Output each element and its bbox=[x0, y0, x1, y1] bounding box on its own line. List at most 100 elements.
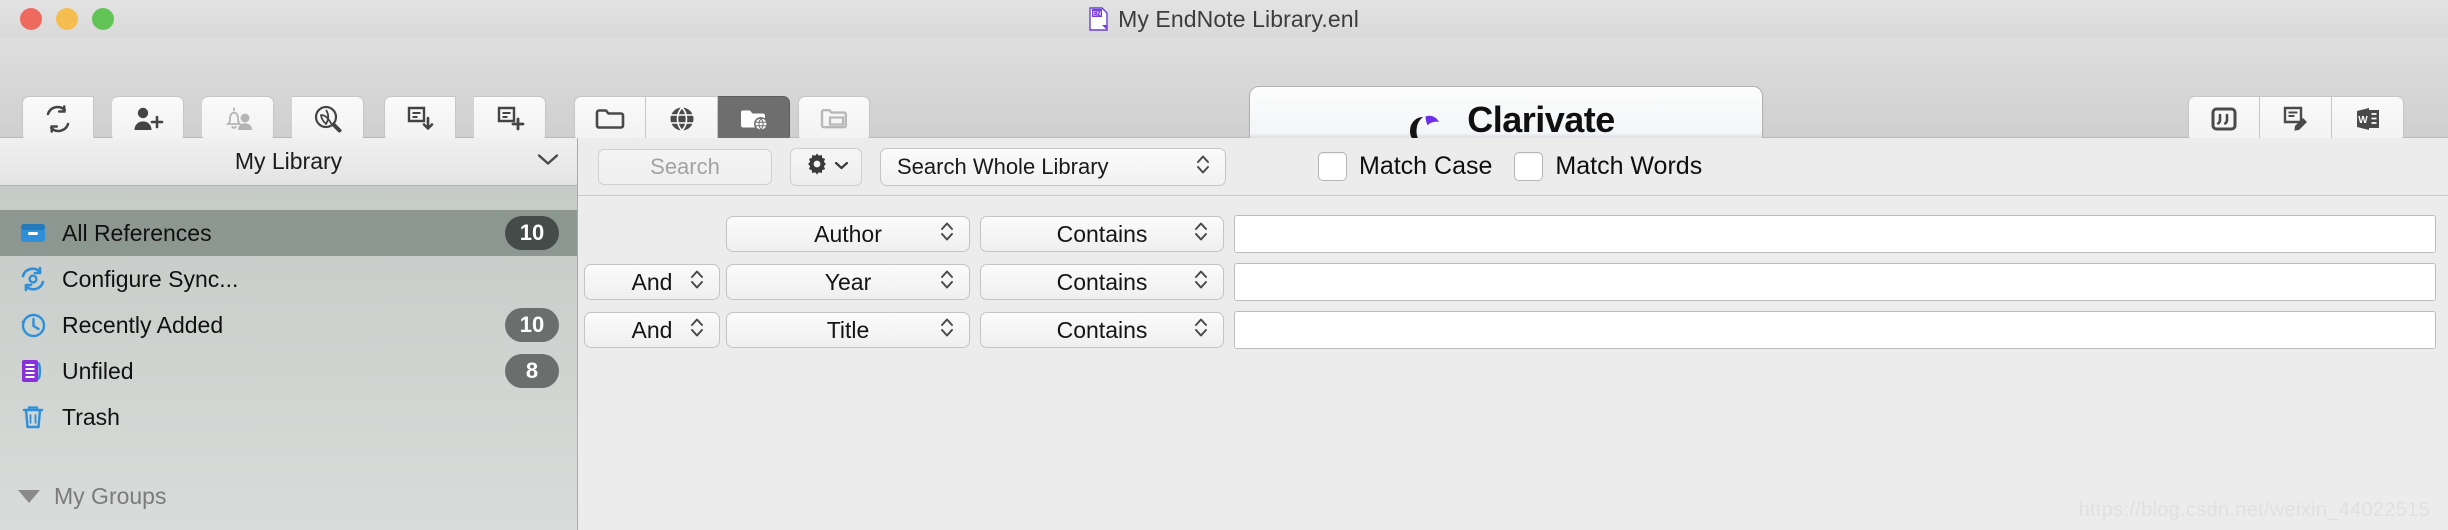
sidebar-label-configure-sync: Configure Sync... bbox=[62, 265, 239, 292]
configure-sync-icon bbox=[18, 264, 48, 294]
query-row: And Year Contains bbox=[578, 258, 2448, 306]
query-operator-select-2[interactable]: Contains bbox=[980, 312, 1224, 348]
query-operator-value-2: Contains bbox=[1056, 316, 1148, 343]
sidebar-badge-recently-added: 10 bbox=[505, 308, 559, 342]
disclosure-triangle-icon[interactable] bbox=[18, 489, 40, 503]
stepper-icon bbox=[939, 219, 955, 250]
sidebar: My Library All References 10 Configure S… bbox=[0, 138, 578, 530]
svg-text:W: W bbox=[2358, 115, 2368, 126]
endnote-window: EN My EndNote Library.enl Clarivate W My… bbox=[0, 0, 2448, 530]
gear-icon bbox=[804, 151, 830, 182]
stepper-icon bbox=[1193, 315, 1209, 346]
toolbar-group-cite: W bbox=[2188, 96, 2404, 142]
find-full-text-button[interactable] bbox=[292, 96, 364, 142]
toolbar-group-panel bbox=[798, 96, 870, 142]
insert-citation-button[interactable] bbox=[2188, 96, 2260, 142]
sidebar-top-spacer bbox=[0, 186, 577, 210]
search-input-placeholder: Search bbox=[650, 153, 720, 179]
sidebar-item-recently-added[interactable]: Recently Added 10 bbox=[0, 302, 577, 348]
query-field-select-1[interactable]: Year bbox=[726, 264, 970, 300]
toolbar-group-sync bbox=[22, 96, 364, 142]
query-field-value-1: Year bbox=[824, 268, 872, 295]
all-references-icon bbox=[18, 218, 48, 248]
query-field-select-2[interactable]: Title bbox=[726, 312, 970, 348]
toolbar-group-import bbox=[384, 96, 546, 142]
title-center: EN My EndNote Library.enl bbox=[0, 0, 2448, 38]
query-field-value-0: Author bbox=[814, 220, 882, 247]
stepper-icon bbox=[689, 315, 705, 346]
match-options: Match Case Match Words bbox=[1318, 152, 1702, 181]
new-reference-button[interactable] bbox=[474, 96, 546, 142]
main-pane: Search Search Whole Library Match Case M… bbox=[578, 138, 2448, 530]
my-groups-section[interactable]: My Groups bbox=[0, 476, 577, 516]
library-selector[interactable]: My Library bbox=[0, 138, 577, 186]
search-scope-select[interactable]: Search Whole Library bbox=[880, 147, 1226, 186]
query-value-input-1[interactable] bbox=[1234, 263, 2436, 301]
integrated-mode-button[interactable] bbox=[718, 96, 790, 142]
chevron-down-icon bbox=[537, 152, 559, 171]
clarivate-name: Clarivate bbox=[1467, 99, 1615, 140]
match-case-option[interactable]: Match Case bbox=[1318, 152, 1492, 181]
sidebar-item-configure-sync[interactable]: Configure Sync... bbox=[0, 256, 577, 302]
sidebar-item-all-references[interactable]: All References 10 bbox=[0, 210, 577, 256]
sidebar-label-unfiled: Unfiled bbox=[62, 357, 134, 384]
recently-added-icon bbox=[18, 310, 48, 340]
sidebar-label-all-references: All References bbox=[62, 219, 212, 246]
match-words-checkbox[interactable] bbox=[1514, 152, 1544, 181]
stepper-icon bbox=[1195, 151, 1211, 182]
query-builder: Author Contains And Year Contains And Ti… bbox=[578, 196, 2448, 354]
chevron-down-icon bbox=[834, 158, 849, 176]
sidebar-badge-unfiled: 8 bbox=[505, 354, 559, 388]
stepper-icon bbox=[1193, 267, 1209, 298]
query-row: Author Contains bbox=[578, 210, 2448, 258]
match-case-label: Match Case bbox=[1359, 152, 1493, 180]
activity-feed-button[interactable] bbox=[202, 96, 274, 142]
query-operator-value-1: Contains bbox=[1056, 268, 1148, 295]
library-selector-label: My Library bbox=[234, 148, 343, 174]
query-value-input-0[interactable] bbox=[1234, 215, 2436, 253]
endnote-file-icon: EN bbox=[1089, 7, 1108, 31]
query-operator-value-0: Contains bbox=[1056, 220, 1148, 247]
stepper-icon bbox=[689, 267, 705, 298]
query-field-select-0[interactable]: Author bbox=[726, 216, 970, 252]
svg-text:EN: EN bbox=[1093, 12, 1101, 18]
main-toolbar: Clarivate Analytics bbox=[0, 38, 2448, 184]
match-words-option[interactable]: Match Words bbox=[1514, 152, 1702, 181]
title-bar: EN My EndNote Library.enl bbox=[0, 0, 2448, 38]
trash-icon bbox=[18, 402, 48, 432]
query-connector-value-1: And bbox=[631, 268, 673, 295]
search-bar: Search Search Whole Library Match Case M… bbox=[578, 138, 2448, 196]
match-case-checkbox[interactable] bbox=[1318, 152, 1347, 181]
query-connector-2[interactable]: And bbox=[584, 312, 720, 348]
query-connector-1[interactable]: And bbox=[584, 264, 720, 300]
unfiled-icon bbox=[18, 356, 48, 386]
online-search-mode-button[interactable] bbox=[646, 96, 718, 142]
go-to-word-button[interactable]: W bbox=[2332, 96, 2404, 142]
groups-panel-button[interactable] bbox=[798, 96, 870, 142]
local-library-mode-button[interactable] bbox=[574, 96, 646, 142]
sidebar-label-recently-added: Recently Added bbox=[62, 311, 224, 338]
import-reference-button[interactable] bbox=[384, 96, 456, 142]
search-scope-value: Search Whole Library bbox=[897, 153, 1109, 179]
stepper-icon bbox=[1193, 219, 1209, 250]
sidebar-item-trash[interactable]: Trash bbox=[0, 394, 577, 440]
match-words-label: Match Words bbox=[1555, 152, 1703, 180]
toolbar-group-library-mode bbox=[574, 96, 790, 142]
my-groups-label: My Groups bbox=[54, 482, 167, 509]
query-value-input-2[interactable] bbox=[1234, 311, 2436, 349]
watermark: https://blog.csdn.net/weixin_44022515 bbox=[2078, 499, 2430, 521]
query-operator-select-1[interactable]: Contains bbox=[980, 264, 1224, 300]
stepper-icon bbox=[939, 315, 955, 346]
window-body: My Library All References 10 Configure S… bbox=[0, 138, 2448, 530]
share-library-button[interactable] bbox=[112, 96, 184, 142]
sidebar-badge-all-references: 10 bbox=[505, 216, 559, 250]
search-options-button[interactable] bbox=[790, 147, 862, 186]
query-row: And Title Contains bbox=[578, 306, 2448, 354]
edit-citation-button[interactable] bbox=[2260, 96, 2332, 142]
query-operator-select-0[interactable]: Contains bbox=[980, 216, 1224, 252]
sidebar-item-unfiled[interactable]: Unfiled 8 bbox=[0, 348, 577, 394]
window-title: My EndNote Library.enl bbox=[1118, 5, 1359, 32]
query-connector-value-2: And bbox=[631, 316, 673, 343]
sync-button[interactable] bbox=[22, 96, 94, 142]
search-input[interactable]: Search bbox=[598, 148, 772, 185]
